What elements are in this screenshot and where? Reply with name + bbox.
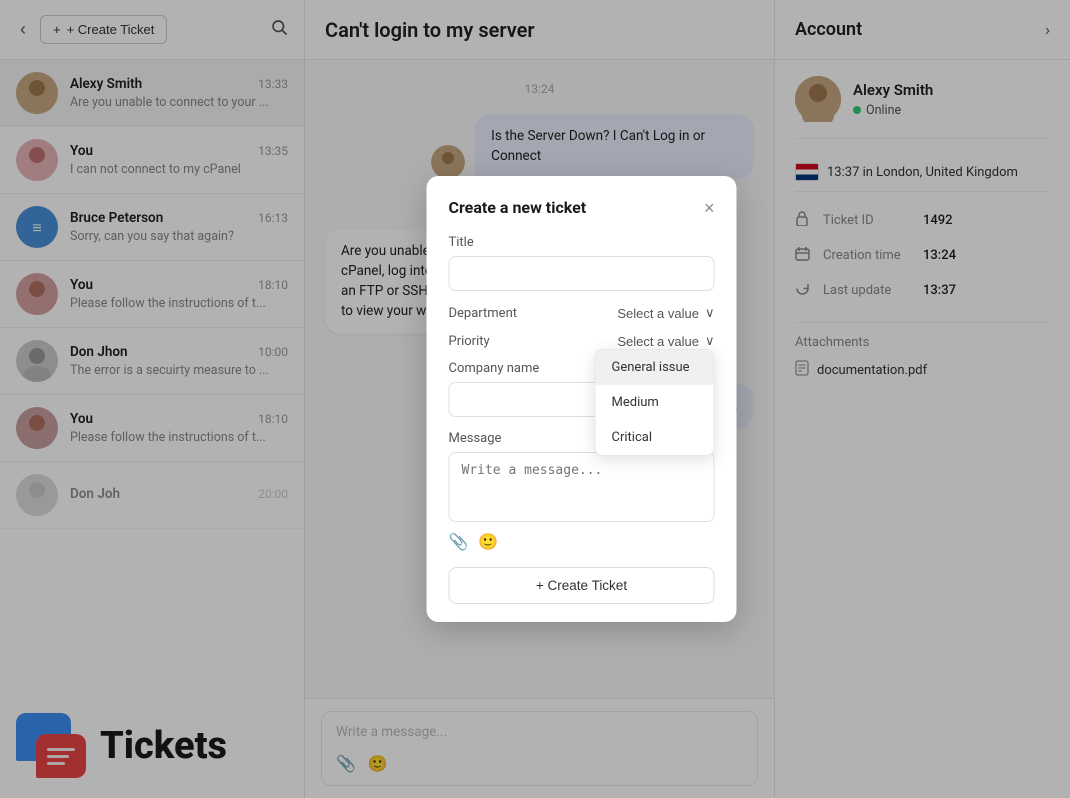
priority-select[interactable]: Select a value ∨ bbox=[617, 333, 714, 349]
create-ticket-modal: Create a new ticket × Title Department S… bbox=[427, 176, 737, 622]
priority-option-general[interactable]: General issue bbox=[596, 350, 714, 385]
message-textarea[interactable] bbox=[449, 452, 715, 522]
modal-title: Create a new ticket bbox=[449, 198, 587, 217]
title-input[interactable] bbox=[449, 256, 715, 291]
title-field-group: Title bbox=[449, 235, 715, 291]
attachment-icon[interactable]: 📎 bbox=[449, 532, 469, 551]
chevron-down-icon: ∨ bbox=[705, 333, 715, 349]
modal-close-button[interactable]: × bbox=[704, 199, 715, 217]
priority-option-critical[interactable]: Critical bbox=[596, 420, 714, 455]
title-field-label: Title bbox=[449, 235, 715, 250]
priority-dropdown-menu: General issue Medium Critical bbox=[595, 349, 715, 456]
textarea-icons: 📎 🙂 bbox=[449, 526, 715, 553]
create-ticket-submit-button[interactable]: + Create Ticket bbox=[449, 567, 715, 604]
priority-value: Select a value bbox=[617, 334, 699, 349]
emoji-icon[interactable]: 🙂 bbox=[478, 532, 498, 551]
modal-header: Create a new ticket × bbox=[449, 198, 715, 217]
department-row: Department Select a value ∨ bbox=[449, 305, 715, 321]
priority-option-medium[interactable]: Medium bbox=[596, 385, 714, 420]
department-value: Select a value bbox=[617, 306, 699, 321]
department-label: Department bbox=[449, 306, 518, 321]
priority-row: Priority Select a value ∨ General issue … bbox=[449, 333, 715, 349]
chevron-down-icon: ∨ bbox=[705, 305, 715, 321]
priority-label: Priority bbox=[449, 334, 490, 349]
department-select[interactable]: Select a value ∨ bbox=[617, 305, 714, 321]
